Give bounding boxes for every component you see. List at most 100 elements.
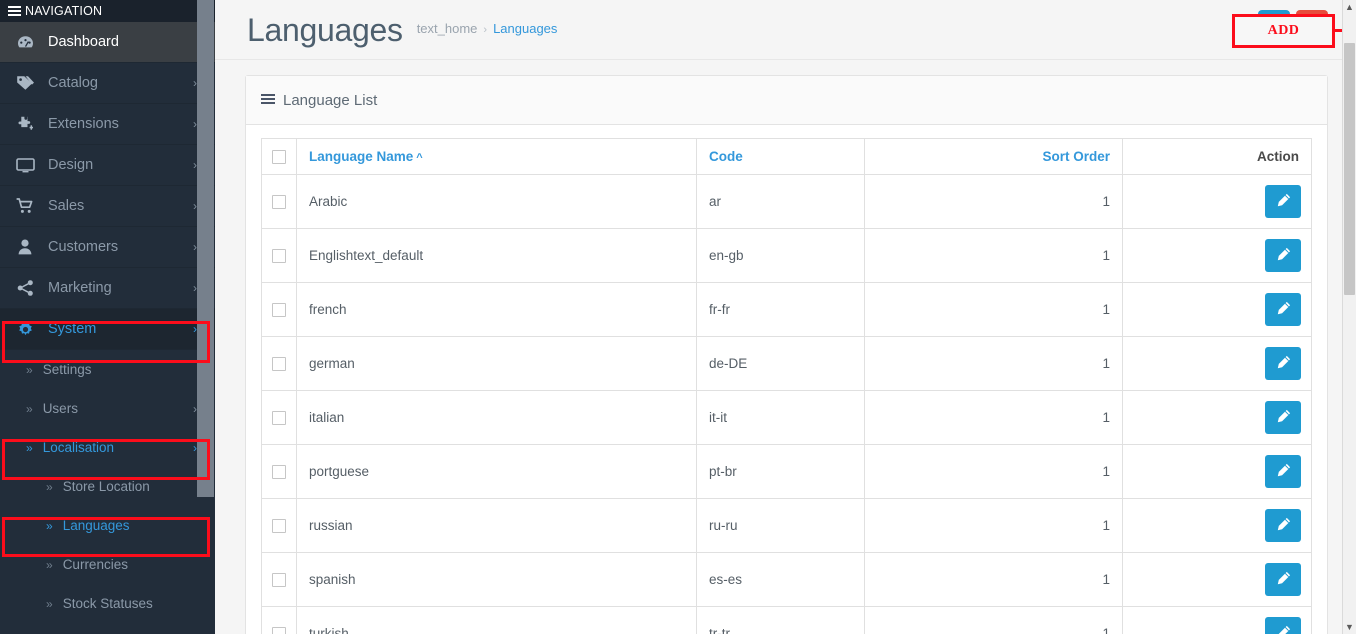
cell-sort-order: 1 bbox=[864, 606, 1123, 634]
sidebar-subitem-localisation[interactable]: » Localisation › bbox=[0, 428, 215, 467]
cell-language-name: italian bbox=[296, 390, 697, 445]
sort-ascending-icon: ^ bbox=[416, 152, 423, 164]
edit-button[interactable] bbox=[1265, 185, 1301, 218]
panel-title: Language List bbox=[283, 91, 378, 109]
sidebar-subitem-currencies[interactable]: » Currencies bbox=[0, 545, 215, 584]
cell-action bbox=[1122, 336, 1312, 391]
cell-sort-order: 1 bbox=[864, 390, 1123, 445]
row-checkbox[interactable] bbox=[272, 411, 286, 426]
cell-code: tr-tr bbox=[696, 606, 865, 634]
row-checkbox[interactable] bbox=[272, 573, 286, 588]
cell-sort-order: 1 bbox=[864, 444, 1123, 499]
share-icon bbox=[14, 279, 36, 297]
cell-action bbox=[1122, 444, 1312, 499]
cell-language-name: french bbox=[296, 282, 697, 337]
breadcrumb: text_home › Languages bbox=[417, 21, 558, 36]
sidebar-item-extensions[interactable]: Extensions › bbox=[0, 104, 215, 145]
sidebar-item-customers[interactable]: Customers › bbox=[0, 227, 215, 268]
browser-scrollbar[interactable]: ▲ ▼ bbox=[1342, 0, 1356, 634]
cell-sort-order: 1 bbox=[864, 174, 1123, 229]
edit-icon bbox=[1276, 247, 1291, 265]
row-checkbox[interactable] bbox=[272, 519, 286, 534]
edit-button[interactable] bbox=[1265, 455, 1301, 488]
sidebar-item-label: System bbox=[48, 321, 97, 337]
sidebar-item-catalog[interactable]: Catalog › bbox=[0, 63, 215, 104]
column-header-sort-order[interactable]: Sort Order bbox=[864, 138, 1123, 175]
row-checkbox[interactable] bbox=[272, 357, 286, 372]
sidebar-subitem-label: Localisation bbox=[42, 440, 114, 455]
breadcrumb-link-languages[interactable]: Languages bbox=[493, 21, 557, 36]
cell-action bbox=[1122, 228, 1312, 283]
gear-icon bbox=[14, 320, 36, 338]
row-checkbox[interactable] bbox=[272, 195, 286, 210]
annotation-add-callout: ADD bbox=[1232, 14, 1335, 48]
sidebar-item-design[interactable]: Design › bbox=[0, 145, 215, 186]
sidebar-subitem-store-location[interactable]: » Store Location bbox=[0, 467, 215, 506]
scroll-down-arrow[interactable]: ▼ bbox=[1343, 620, 1356, 634]
row-checkbox[interactable] bbox=[272, 627, 286, 634]
cell-code: pt-br bbox=[696, 444, 865, 499]
sidebar-subitem-settings[interactable]: » Settings bbox=[0, 350, 215, 389]
double-chevron-icon: » bbox=[26, 362, 33, 377]
cell-language-name: portguese bbox=[296, 444, 697, 499]
language-list-panel: Language List Language Name ^ Code Sort O… bbox=[245, 75, 1328, 634]
monitor-icon bbox=[14, 156, 36, 174]
navigation-header: NAVIGATION bbox=[0, 0, 215, 22]
row-select-cell bbox=[261, 552, 297, 607]
sidebar-item-dashboard[interactable]: Dashboard bbox=[0, 22, 215, 63]
breadcrumb-link-text_home[interactable]: text_home bbox=[417, 21, 478, 36]
annotation-connector-line bbox=[1335, 29, 1342, 32]
tag-icon bbox=[14, 74, 36, 92]
column-header-language-name[interactable]: Language Name ^ bbox=[296, 138, 697, 175]
edit-icon bbox=[1276, 193, 1291, 211]
sidebar-item-marketing[interactable]: Marketing › bbox=[0, 268, 215, 309]
edit-icon bbox=[1276, 517, 1291, 535]
breadcrumb-separator: › bbox=[483, 23, 488, 36]
row-checkbox[interactable] bbox=[272, 249, 286, 264]
column-header-code[interactable]: Code bbox=[696, 138, 865, 175]
list-icon bbox=[261, 94, 275, 106]
edit-button[interactable] bbox=[1265, 239, 1301, 272]
edit-button[interactable] bbox=[1265, 293, 1301, 326]
row-checkbox[interactable] bbox=[272, 465, 286, 480]
table-row: french fr-fr 1 bbox=[261, 282, 1312, 337]
page-header: Languages text_home › Languages bbox=[215, 0, 1342, 60]
select-all-checkbox[interactable] bbox=[272, 150, 286, 165]
sidebar-item-system[interactable]: System › bbox=[0, 309, 215, 350]
edit-icon bbox=[1276, 355, 1291, 373]
scroll-up-arrow[interactable]: ▲ bbox=[1343, 0, 1356, 14]
edit-button[interactable] bbox=[1265, 347, 1301, 380]
edit-button[interactable] bbox=[1265, 563, 1301, 596]
row-checkbox[interactable] bbox=[272, 303, 286, 318]
edit-button[interactable] bbox=[1265, 617, 1301, 634]
cell-action bbox=[1122, 390, 1312, 445]
cell-language-name: german bbox=[296, 336, 697, 391]
sidebar-subitem-label: Users bbox=[42, 401, 78, 416]
sidebar-subitem-label: Currencies bbox=[62, 557, 128, 572]
sidebar-subitem-stock-statuses[interactable]: » Stock Statuses bbox=[0, 584, 215, 623]
edit-button[interactable] bbox=[1265, 401, 1301, 434]
cell-sort-order: 1 bbox=[864, 228, 1123, 283]
sidebar-item-label: Dashboard bbox=[48, 34, 119, 50]
sidebar: NAVIGATION Dashboard Catalog › Extensions › D… bbox=[0, 0, 215, 634]
cell-code: fr-fr bbox=[696, 282, 865, 337]
scrollbar-thumb[interactable] bbox=[1344, 43, 1355, 295]
table-row: Englishtext_default en-gb 1 bbox=[261, 228, 1312, 283]
sidebar-subitem-languages[interactable]: » Languages bbox=[0, 506, 215, 545]
table-row: russian ru-ru 1 bbox=[261, 498, 1312, 553]
cell-code: de-DE bbox=[696, 336, 865, 391]
annotation-add-label: ADD bbox=[1267, 23, 1300, 38]
sidebar-subitem-users[interactable]: » Users › bbox=[0, 389, 215, 428]
table-body: Arabic ar 1 Englishtext_default en-gb 1 french… bbox=[261, 174, 1312, 634]
table-row: turkish tr-tr 1 bbox=[261, 606, 1312, 634]
user-icon bbox=[14, 238, 36, 256]
sidebar-item-sales[interactable]: Sales › bbox=[0, 186, 215, 227]
hamburger-icon[interactable] bbox=[8, 6, 21, 16]
cell-action bbox=[1122, 606, 1312, 634]
cell-language-name: spanish bbox=[296, 552, 697, 607]
sidebar-item-label: Customers bbox=[48, 239, 119, 255]
column-label-language-name: Language Name bbox=[309, 149, 414, 164]
table-row: Arabic ar 1 bbox=[261, 174, 1312, 229]
edit-button[interactable] bbox=[1265, 509, 1301, 542]
sidebar-scrollbar-thumb[interactable] bbox=[197, 0, 214, 497]
